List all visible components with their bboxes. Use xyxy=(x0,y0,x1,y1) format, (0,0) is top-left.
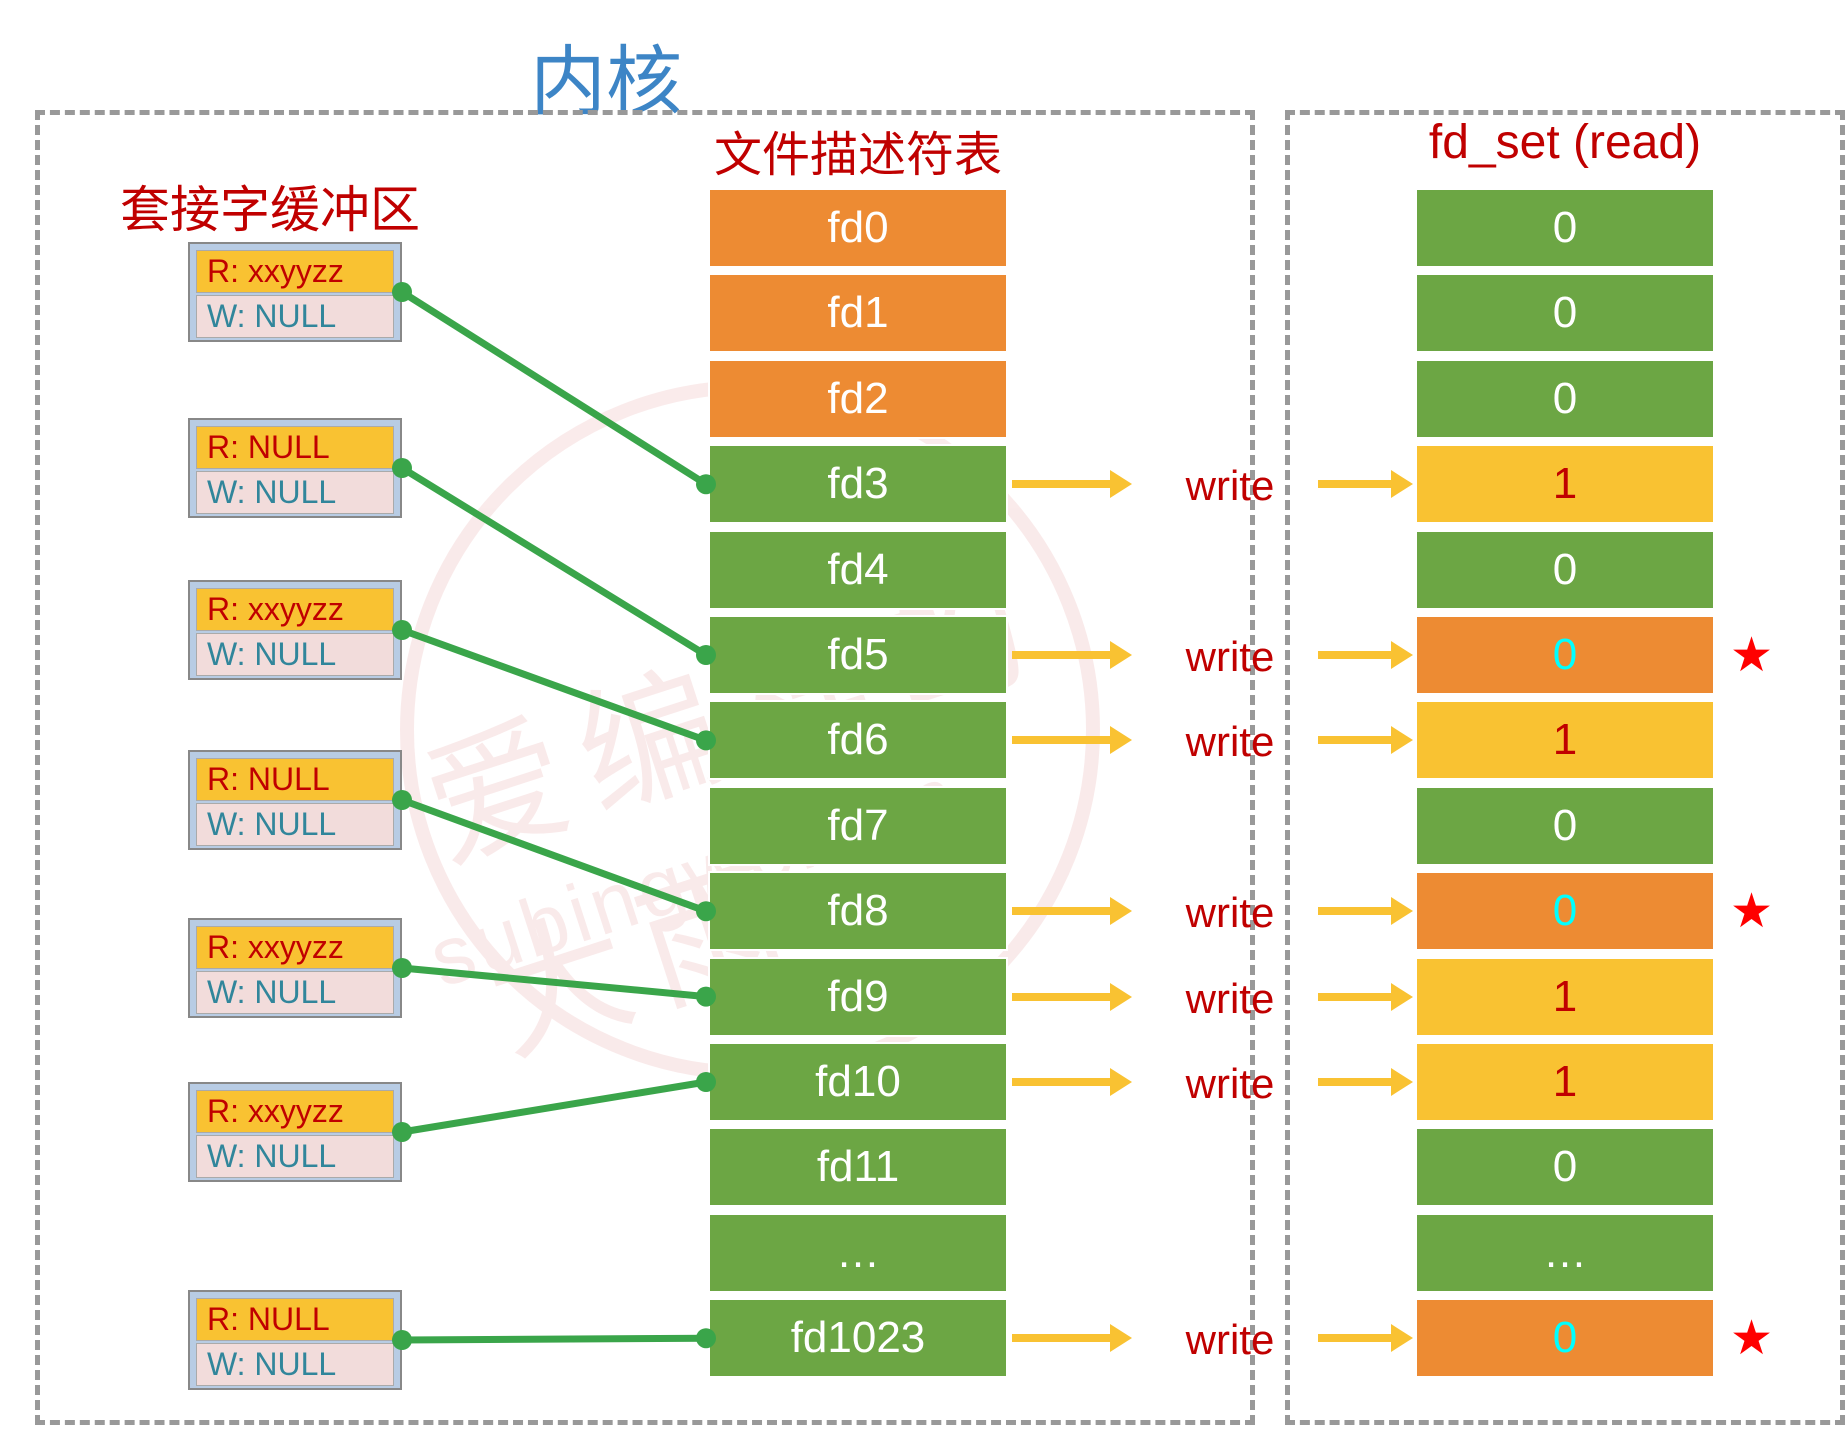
buffer-read: R: xxyyzz xyxy=(196,1090,394,1133)
fdset-cell: 1 xyxy=(1415,1042,1715,1122)
write-label: write xyxy=(1130,633,1330,681)
star-icon: ★ xyxy=(1730,627,1773,683)
fdset-cell: 0 xyxy=(1415,359,1715,439)
arrow-icon xyxy=(1318,1334,1393,1342)
fd-cell: fd9 xyxy=(708,957,1008,1037)
fdset-cell: 1 xyxy=(1415,957,1715,1037)
fd-cell: fd0 xyxy=(708,188,1008,268)
arrow-icon xyxy=(1012,651,1112,659)
write-label: write xyxy=(1130,889,1330,937)
arrow-icon xyxy=(1318,1078,1393,1086)
fd-cell: fd8 xyxy=(708,871,1008,951)
arrow-icon xyxy=(1318,736,1393,744)
buffer-read: R: NULL xyxy=(196,758,394,801)
socket-buffer: R: NULLW: NULL xyxy=(188,1290,402,1390)
fdset-cell: 1 xyxy=(1415,444,1715,524)
fdset-cell: 0 xyxy=(1415,273,1715,353)
write-label: write xyxy=(1130,718,1330,766)
fd-cell: fd2 xyxy=(708,359,1008,439)
arrow-icon xyxy=(1012,736,1112,744)
arrow-icon xyxy=(1012,993,1112,1001)
write-label: write xyxy=(1130,975,1330,1023)
fd-cell: fd7 xyxy=(708,786,1008,866)
arrow-icon xyxy=(1318,907,1393,915)
arrow-icon xyxy=(1012,480,1112,488)
arrow-icon xyxy=(1012,1078,1112,1086)
socket-buffer: R: xxyyzzW: NULL xyxy=(188,918,402,1018)
buffer-write: W: NULL xyxy=(196,633,394,676)
buffer-read: R: NULL xyxy=(196,1298,394,1341)
socket-buffer: R: NULLW: NULL xyxy=(188,418,402,518)
buffer-read: R: xxyyzz xyxy=(196,250,394,293)
write-label: write xyxy=(1130,1316,1330,1364)
buffer-write: W: NULL xyxy=(196,295,394,338)
star-icon: ★ xyxy=(1730,883,1773,939)
fdset-cell: 0 xyxy=(1415,1127,1715,1207)
socket-buffer: R: xxyyzzW: NULL xyxy=(188,580,402,680)
buffer-write: W: NULL xyxy=(196,471,394,514)
fd-cell: fd11 xyxy=(708,1127,1008,1207)
fd-cell: fd6 xyxy=(708,700,1008,780)
fd-cell: fd10 xyxy=(708,1042,1008,1122)
socket-buffer-title: 套接字缓冲区 xyxy=(120,170,420,242)
buffer-write: W: NULL xyxy=(196,1135,394,1178)
fd-cell: fd1 xyxy=(708,273,1008,353)
buffer-write: W: NULL xyxy=(196,971,394,1014)
socket-buffer: R: xxyyzzW: NULL xyxy=(188,242,402,342)
write-label: write xyxy=(1130,1060,1330,1108)
fd-cell: fd1023 xyxy=(708,1298,1008,1378)
fd-cell: fd3 xyxy=(708,444,1008,524)
fdset-cell: 0 xyxy=(1415,188,1715,268)
fd-table-title: 文件描述符表 xyxy=(708,115,1008,185)
buffer-write: W: NULL xyxy=(196,803,394,846)
fdset-cell: 0 xyxy=(1415,786,1715,866)
fdset-cell: 0 xyxy=(1415,530,1715,610)
fdset-cell: … xyxy=(1415,1213,1715,1293)
fd-cell: … xyxy=(708,1213,1008,1293)
buffer-read: R: xxyyzz xyxy=(196,588,394,631)
fd-cell: fd4 xyxy=(708,530,1008,610)
arrow-icon xyxy=(1318,651,1393,659)
write-label: write xyxy=(1130,462,1330,510)
fdset-cell: 1 xyxy=(1415,700,1715,780)
buffer-write: W: NULL xyxy=(196,1343,394,1386)
star-icon: ★ xyxy=(1730,1310,1773,1366)
fdset-cell: 0 xyxy=(1415,871,1715,951)
buffer-read: R: xxyyzz xyxy=(196,926,394,969)
arrow-icon xyxy=(1318,993,1393,1001)
socket-buffer: R: NULLW: NULL xyxy=(188,750,402,850)
arrow-icon xyxy=(1012,907,1112,915)
fdset-cell: 0 xyxy=(1415,615,1715,695)
fdset-cell: 0 xyxy=(1415,1298,1715,1378)
arrow-icon xyxy=(1318,480,1393,488)
arrow-icon xyxy=(1012,1334,1112,1342)
diagram-canvas: 爱编程的大雨 subingwen.cn 内核 套接字缓冲区 文件描述符表 fd_… xyxy=(10,10,1848,1434)
socket-buffer: R: xxyyzzW: NULL xyxy=(188,1082,402,1182)
buffer-read: R: NULL xyxy=(196,426,394,469)
fd-cell: fd5 xyxy=(708,615,1008,695)
